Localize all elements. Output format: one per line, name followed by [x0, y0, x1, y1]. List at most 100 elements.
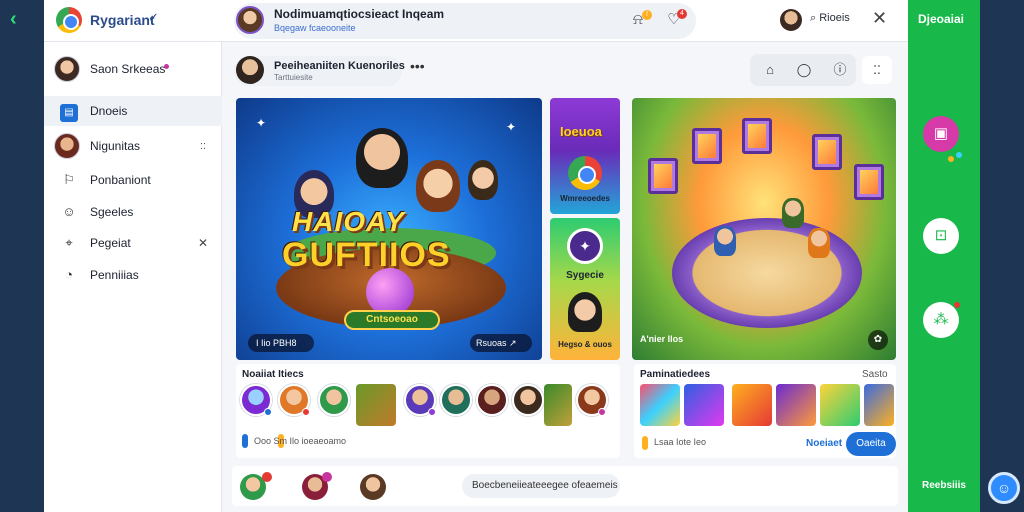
message-input[interactable]: Boecbeneiieateeegee ofeaemeis	[462, 474, 620, 498]
friend-avatar[interactable]	[360, 474, 386, 500]
arcade-screen-icon	[742, 118, 772, 154]
app-window: Rygariant ✓ Nodimuamqtiocsieact Inqeam B…	[44, 0, 908, 512]
settings-icon[interactable]: ✿	[868, 330, 888, 350]
online-badge	[428, 408, 436, 416]
app-thumbnail[interactable]	[864, 384, 894, 426]
composer-link[interactable]: Noeiaet	[806, 438, 842, 449]
user-avatar[interactable]	[780, 9, 802, 31]
notification-badge	[322, 472, 332, 482]
promo-tile-1[interactable]: Ioeuoa Wmreeoedes	[550, 98, 620, 214]
search-button[interactable]: ⌕ Rioeis	[810, 12, 850, 25]
sidebar-item-people[interactable]: Nigunitas ::	[44, 131, 222, 161]
sidebar: Saon Srkeeas ▤ Dnoeis Nigunitas :: ⚐ Pon…	[44, 42, 222, 512]
sidebar-item-label: Penniiias	[90, 268, 139, 282]
assistant-icon[interactable]: ☺	[988, 472, 1020, 504]
close-icon[interactable]: ✕	[872, 8, 887, 29]
more-options-icon[interactable]: •••	[410, 58, 425, 74]
brand-name: Rygariant	[90, 12, 155, 28]
channel-subtitle: Bqegaw fcaeooneite	[274, 23, 356, 33]
promo-tile-2[interactable]: Sygecie Hegso & ouos	[550, 218, 620, 360]
notification-badge: !	[642, 10, 652, 20]
character-kid	[714, 226, 736, 256]
flag-icon: ⚐	[63, 172, 75, 187]
grid-view-button[interactable]: ⁚⁚	[862, 56, 892, 84]
status-dot	[164, 64, 169, 69]
status-indicator	[242, 434, 248, 448]
search-icon: ⌕	[810, 12, 817, 24]
drag-handle-icon[interactable]: ::	[194, 137, 212, 155]
notification-badge	[262, 472, 272, 482]
sidebar-item-profile[interactable]: Saon Srkeeas	[44, 54, 222, 84]
status-indicator	[642, 436, 648, 450]
app-thumbnail[interactable]	[732, 384, 772, 426]
chat-icon[interactable]: ◯	[796, 62, 812, 78]
channel-title: Nodimuamqtiocsieact Inqeam	[274, 7, 445, 21]
friend-avatar[interactable]	[476, 384, 508, 416]
sidebar-item-label: Nigunitas	[90, 139, 141, 153]
featured-world-banner[interactable]: A'nier Ilos ✿	[632, 98, 896, 360]
tile-caption: Hegso & ouos	[558, 340, 612, 349]
brand-logo-icon[interactable]	[56, 7, 82, 33]
character-kid	[808, 228, 830, 258]
game-thumbnail[interactable]	[356, 384, 396, 426]
app-thumbnail[interactable]	[776, 384, 816, 426]
sidebar-item-clock[interactable]: ◔ Penniiias	[44, 260, 222, 290]
apps-footer: Lsaa Iote Ieo	[654, 437, 707, 447]
online-badge	[264, 408, 272, 416]
sparkle-icon: ✦	[506, 120, 517, 134]
right-panel-title: Djeoaiai	[918, 12, 965, 26]
character-woman	[416, 160, 460, 212]
friend-avatar[interactable]	[318, 384, 350, 416]
online-badge	[598, 408, 606, 416]
group-icon[interactable]: ⁂	[923, 302, 959, 338]
banner-tag-left: A'nier Ilos	[640, 334, 684, 344]
friend-avatar[interactable]	[440, 384, 472, 416]
heart-badge: 4	[677, 9, 687, 19]
game-thumbnail[interactable]	[544, 384, 572, 426]
right-panel: Djeoaiai ▣ ⊡ ⁂ Reebsiiis	[908, 0, 980, 512]
back-arrow-icon[interactable]: ‹	[10, 9, 30, 30]
composer-submit-button[interactable]: Oaeita	[846, 432, 896, 456]
avatar	[54, 56, 80, 82]
apps-title: Paminatiedees	[640, 369, 711, 380]
info-icon[interactable]: ⓘ	[832, 62, 848, 78]
friend-avatar[interactable]	[512, 384, 544, 416]
lock-icon[interactable]: ⊡	[923, 218, 959, 254]
tile-title: Sygecie	[566, 270, 604, 281]
orb-decoration	[366, 268, 414, 316]
status-dot	[948, 156, 954, 162]
arcade-screen-icon	[854, 164, 884, 200]
status-dot	[954, 302, 960, 308]
verified-check-icon: ✓	[148, 10, 159, 25]
banner-tag-right[interactable]: Rsuoas ↗	[470, 334, 532, 352]
arcade-screen-icon	[648, 158, 678, 194]
sidebar-item-smile[interactable]: ☺ Sgeeles	[44, 197, 222, 227]
sidebar-item-docs[interactable]: ▤ Dnoeis	[44, 96, 222, 126]
expand-icon: ↗	[509, 338, 517, 348]
sidebar-item-flag[interactable]: ⚐ Ponbaniont	[44, 165, 222, 195]
apps-more-link[interactable]: Sasto	[862, 369, 888, 380]
character-kid	[782, 198, 804, 228]
arcade-screen-icon	[812, 134, 842, 170]
post-author-avatar[interactable]	[236, 56, 264, 84]
tile-title: Ioeuoa	[560, 124, 602, 139]
channel-avatar[interactable]	[236, 6, 264, 34]
map-icon: ⌖	[65, 235, 73, 250]
app-thumbnail[interactable]	[640, 384, 680, 426]
banner-tag-right-label: Rsuoas	[476, 338, 507, 348]
tile-caption: Wmreeoedes	[560, 194, 610, 203]
sidebar-item-label: Saon Srkeeas	[90, 62, 166, 76]
app-shortcut-icon[interactable]: ▣	[923, 116, 959, 152]
right-edge	[980, 0, 1024, 512]
app-thumbnail[interactable]	[820, 384, 860, 426]
sidebar-item-map[interactable]: ⌖ Pegeiat ✕	[44, 228, 222, 258]
play-area-decoration	[672, 218, 862, 328]
app-thumbnail[interactable]	[684, 384, 724, 426]
close-icon[interactable]: ✕	[194, 234, 212, 252]
featured-game-banner[interactable]: HAIOAY GUFTIIOS Cntsoeoao ✦ ✦ I Iio PBH8…	[236, 98, 542, 360]
friends-title: Noaiiat Itiecs	[242, 369, 304, 380]
banner-chip[interactable]: Cntsoeoao	[344, 310, 440, 330]
home-icon[interactable]: ⌂	[762, 62, 778, 78]
banner-title-main: GUFTIIOS	[282, 236, 451, 274]
arcade-screen-icon	[692, 128, 722, 164]
